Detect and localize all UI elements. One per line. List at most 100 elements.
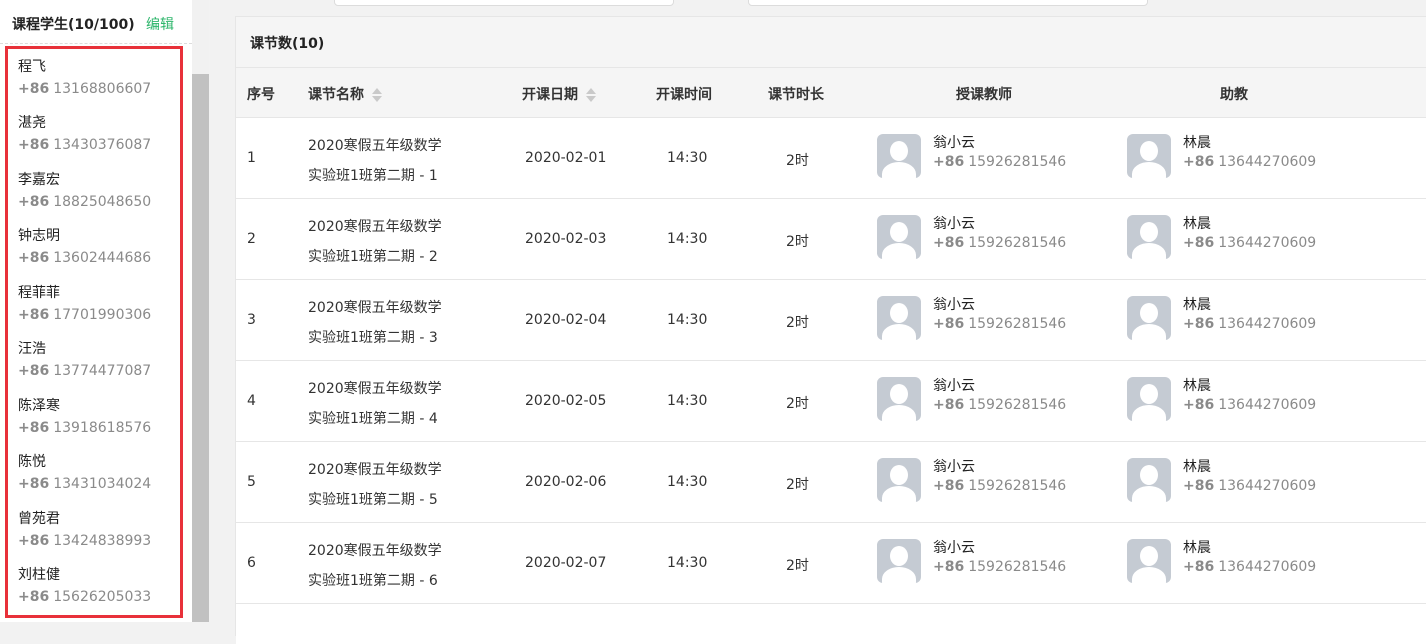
lesson-name-line2: 实验班1班第二期 - 2 — [308, 249, 438, 265]
start-time: 14:30 — [667, 312, 708, 328]
phone-number: 13644270609 — [1218, 559, 1317, 575]
country-code: +86 — [1183, 154, 1215, 170]
duration: 2时 — [786, 153, 809, 169]
students-scrollbar[interactable] — [192, 0, 209, 622]
row-index: 5 — [247, 474, 256, 490]
lesson-name-line1: 2020寒假五年级数学 — [308, 300, 442, 316]
start-time: 14:30 — [667, 474, 708, 490]
start-date: 2020-02-01 — [525, 150, 607, 166]
avatar-icon — [877, 215, 921, 259]
student-item[interactable]: 曾苑君 +86 13424838993 — [18, 509, 178, 551]
col-duration: 课节时长 — [768, 87, 824, 103]
assistant-name: 林晨 — [1183, 216, 1211, 232]
student-phone: +86 13431034024 — [18, 474, 178, 494]
student-item[interactable]: 陈悦 +86 13431034024 — [18, 452, 178, 494]
student-item[interactable]: 李嘉宏 +86 18825048650 — [18, 170, 178, 212]
start-date: 2020-02-05 — [525, 393, 607, 409]
avatar-icon — [877, 539, 921, 583]
phone-number: 13602444686 — [53, 250, 152, 266]
table-row[interactable]: 5 2020寒假五年级数学 实验班1班第二期 - 5 2020-02-06 14… — [236, 442, 1426, 523]
country-code: +86 — [18, 81, 50, 97]
student-item[interactable]: 陈泽寒 +86 13918618576 — [18, 396, 178, 438]
student-name: 程飞 — [18, 59, 46, 75]
phone-number: 13424838993 — [53, 533, 152, 549]
phone-number: 15926281546 — [968, 478, 1067, 494]
table-row[interactable]: 3 2020寒假五年级数学 实验班1班第二期 - 3 2020-02-04 14… — [236, 280, 1426, 361]
country-code: +86 — [1183, 397, 1215, 413]
duration: 2时 — [786, 477, 809, 493]
phone-number: 15926281546 — [968, 397, 1067, 413]
avatar-icon — [877, 458, 921, 502]
top-input-left[interactable] — [334, 0, 674, 6]
col-start-date-label: 开课日期 — [522, 87, 578, 103]
lesson-name-line2: 实验班1班第二期 - 5 — [308, 492, 438, 508]
assistant-phone: +86 13644270609 — [1183, 478, 1316, 494]
lesson-name-line2: 实验班1班第二期 - 1 — [308, 168, 438, 184]
col-teacher: 授课教师 — [956, 87, 1012, 103]
duration: 2时 — [786, 315, 809, 331]
assistant-phone: +86 13644270609 — [1183, 154, 1316, 170]
table-row[interactable]: 4 2020寒假五年级数学 实验班1班第二期 - 4 2020-02-05 14… — [236, 361, 1426, 442]
student-name: 陈悦 — [18, 454, 46, 470]
country-code: +86 — [933, 154, 965, 170]
table-row[interactable]: 6 2020寒假五年级数学 实验班1班第二期 - 6 2020-02-07 14… — [236, 523, 1426, 604]
edit-students-link[interactable]: 编辑 — [146, 14, 174, 34]
row-index: 2 — [247, 231, 256, 247]
student-name: 湛尧 — [18, 115, 46, 131]
student-phone: +86 13918618576 — [18, 418, 178, 438]
avatar-icon — [877, 134, 921, 178]
student-item[interactable]: 汪浩 +86 13774477087 — [18, 339, 178, 381]
student-item[interactable]: 湛尧 +86 13430376087 — [18, 113, 178, 155]
start-time: 14:30 — [667, 555, 708, 571]
phone-number: 13430376087 — [53, 137, 152, 153]
row-index: 4 — [247, 393, 256, 409]
teacher-name: 翁小云 — [933, 378, 975, 394]
assistant-phone: +86 13644270609 — [1183, 559, 1316, 575]
student-item[interactable]: 刘柱健 +86 15626205033 — [18, 565, 178, 607]
country-code: +86 — [18, 420, 50, 436]
student-phone: +86 13430376087 — [18, 135, 178, 155]
lessons-title: 课节数(10) — [250, 36, 325, 52]
student-item[interactable]: 钟志明 +86 13602444686 — [18, 226, 178, 268]
sort-icon[interactable] — [586, 87, 596, 103]
row-index: 3 — [247, 312, 256, 328]
lesson-name-line1: 2020寒假五年级数学 — [308, 138, 442, 154]
country-code: +86 — [1183, 235, 1215, 251]
start-date: 2020-02-07 — [525, 555, 607, 571]
student-name: 汪浩 — [18, 341, 46, 357]
student-phone: +86 13168806607 — [18, 79, 178, 99]
col-lesson-name[interactable]: 课节名称 — [308, 84, 382, 104]
student-phone: +86 13774477087 — [18, 361, 178, 381]
country-code: +86 — [18, 137, 50, 153]
teacher-phone: +86 15926281546 — [933, 235, 1066, 251]
assistant-phone: +86 13644270609 — [1183, 316, 1316, 332]
top-input-right[interactable] — [748, 0, 1148, 6]
assistant-name: 林晨 — [1183, 540, 1211, 556]
lesson-name-line2: 实验班1班第二期 - 6 — [308, 573, 438, 589]
table-row[interactable]: 2 2020寒假五年级数学 实验班1班第二期 - 2 2020-02-03 14… — [236, 199, 1426, 280]
lesson-name-line1: 2020寒假五年级数学 — [308, 381, 442, 397]
student-name: 曾苑君 — [18, 511, 60, 527]
students-panel-header: 课程学生(10/100) 编辑 — [0, 0, 192, 44]
country-code: +86 — [1183, 478, 1215, 494]
country-code: +86 — [18, 533, 50, 549]
scrollbar-thumb[interactable] — [192, 74, 209, 622]
phone-number: 13644270609 — [1218, 397, 1317, 413]
phone-number: 13644270609 — [1218, 235, 1317, 251]
student-item[interactable]: 程飞 +86 13168806607 — [18, 57, 178, 99]
teacher-phone: +86 15926281546 — [933, 316, 1066, 332]
avatar-icon — [1127, 458, 1171, 502]
student-item[interactable]: 程菲菲 +86 17701990306 — [18, 283, 178, 325]
teacher-phone: +86 15926281546 — [933, 478, 1066, 494]
col-start-date[interactable]: 开课日期 — [522, 84, 596, 104]
assistant-name: 林晨 — [1183, 297, 1211, 313]
duration: 2时 — [786, 396, 809, 412]
sort-icon[interactable] — [372, 87, 382, 103]
duration: 2时 — [786, 558, 809, 574]
phone-number: 13918618576 — [53, 420, 152, 436]
phone-number: 15926281546 — [968, 235, 1067, 251]
row-index: 1 — [247, 150, 256, 166]
table-row[interactable]: 1 2020寒假五年级数学 实验班1班第二期 - 1 2020-02-01 14… — [236, 118, 1426, 199]
avatar-icon — [877, 296, 921, 340]
assistant-phone: +86 13644270609 — [1183, 397, 1316, 413]
